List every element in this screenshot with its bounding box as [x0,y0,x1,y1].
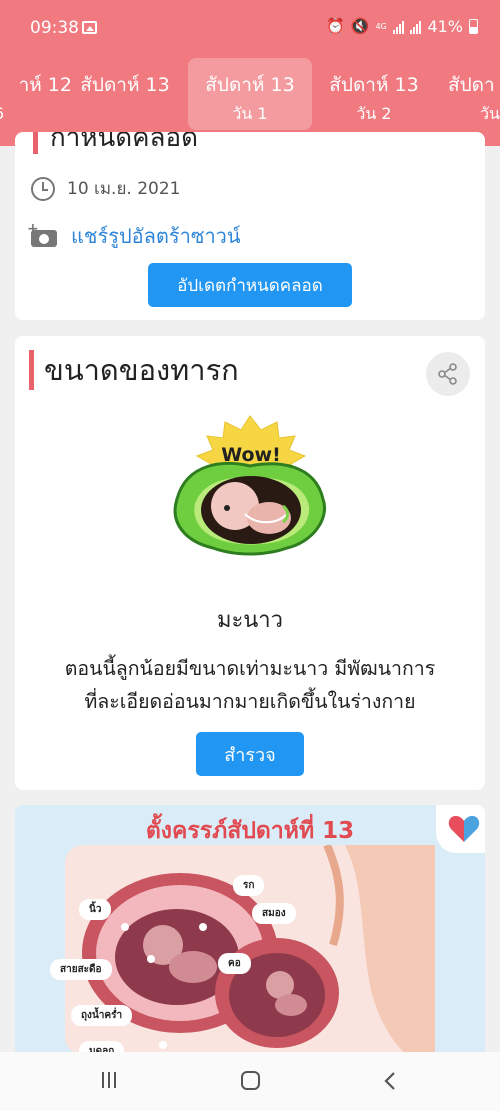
label-finger: นิ้ว [79,899,112,920]
battery-percent: 41% [427,17,463,36]
due-date-card: กำหนดคลอด 10 เม.ย. 2021 + แชร์รูปอัลตร้า… [15,132,485,320]
label-neck: คอ [218,953,251,974]
back-icon[interactable] [384,1071,396,1091]
share-ultrasound-label: แชร์รูปอัลตร้าซาวน์ [71,224,241,248]
label-placenta: รก [233,875,265,896]
battery-icon [469,19,478,34]
app-header: 09:38 ⏰ 🔇 4G 41% าห์ 12 น 6 สัปดาห์ 13 ส… [0,0,500,146]
label-umbilical-cord: สายสะดือ [50,959,112,980]
share-icon [438,363,457,385]
due-date-title: กำหนดคลอด [33,132,198,154]
clock-icon [31,176,55,201]
add-photo-icon: + [27,221,57,247]
status-indicators: ⏰ 🔇 4G 41% [326,17,478,36]
baby-lime-illustration: Wow! [165,414,335,584]
gallery-notification-icon [82,21,97,34]
description-line-2: ที่ละเอียดอ่อนมากมายเกิดขึ้นในร่างกาย [84,690,416,713]
description-line-1: ตอนนี้ลูกน้อยมีขนาดเท่ามะนาว มีพัฒนาการ [64,657,436,680]
week-tab-day: วัน 1 [232,104,268,123]
update-due-date-button[interactable]: อัปเดตกำหนดคลอด [148,263,352,307]
signal-icon [393,20,405,34]
label-amniotic-sac: ถุงน้ำคร่ำ [71,1005,133,1026]
fruit-name: มะนาว [216,608,284,633]
baby-size-description: ตอนนี้ลูกน้อยมีขนาดเท่ามะนาว มีพัฒนาการ … [21,652,479,718]
pregnancy-week-infographic[interactable]: ตั้งครรภ์สัปดาห์ที่ 13 รก สมอง นิ้ว สายส… [15,805,485,1055]
mute-icon: 🔇 [350,17,370,35]
week-tab-day: วัน 2 [356,104,392,123]
home-icon[interactable] [241,1071,260,1090]
baby-size-card: ขนาดของทารก Wow! มะนาว ตอนนี้ลูกน้อยมีขน… [15,336,485,790]
week-tab-13-day-1[interactable]: สัปดาห์ 13 วัน 1 [188,58,312,130]
week-tab-label: สัปดาห์ 13 [205,74,295,96]
share-button[interactable] [426,352,470,396]
signal-icon-2 [410,20,422,34]
network-type-label: 4G [375,21,387,31]
baby-size-title: ขนาดของทารก [29,350,239,390]
infographic-title: ตั้งครรภ์สัปดาห์ที่ 13 [145,818,355,844]
week-tab-label: สัปดา [448,74,495,96]
status-bar: 09:38 ⏰ 🔇 4G 41% [0,0,500,58]
week-tab-label: สัปดาห์ 13 [80,74,170,96]
week-tab-13-day-2[interactable]: สัปดาห์ 13 วัน 2 [312,58,436,130]
system-navigation-bar [0,1052,500,1111]
week-tab-label: สัปดาห์ 13 [329,74,419,96]
week-tab-next[interactable]: สัปดา วัน [440,58,500,130]
status-time: 09:38 [30,18,79,38]
label-brain: สมอง [252,903,296,924]
week-tab-day: วัน [480,104,500,123]
due-date-value: 10 เม.ย. 2021 [67,179,181,199]
explore-button[interactable]: สำรวจ [196,732,304,776]
share-ultrasound-link[interactable]: + แชร์รูปอัลตร้าซาวน์ [27,220,241,252]
due-date-row: 10 เม.ย. 2021 [31,175,181,202]
alarm-icon: ⏰ [326,17,345,35]
heart-icon [448,815,480,842]
week-tab-13[interactable]: สัปดาห์ 13 [63,58,187,130]
recent-apps-icon[interactable] [102,1072,116,1088]
